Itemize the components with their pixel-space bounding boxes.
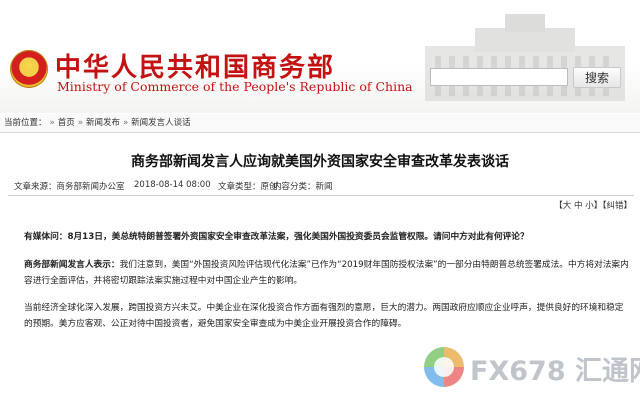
answer-label: 商务部新闻发言人表示： [24, 260, 120, 270]
meta-divider [8, 195, 634, 196]
article-content-category: 内容分类：新闻 [273, 182, 333, 192]
watermark-text: FX678 汇通网 [470, 356, 640, 387]
site-header: ★ 中华人民共和国商务部 Ministry of Commerce of the… [0, 0, 640, 113]
font-size-open-bracket: 【 [554, 201, 563, 211]
article-tools: 【大 中 小】【纠错】 [554, 199, 632, 211]
search-input[interactable] [430, 68, 568, 86]
font-size-medium-link[interactable]: 中 [574, 201, 583, 211]
search-button[interactable]: 搜索 [573, 67, 621, 88]
site-title-en[interactable]: Ministry of Commerce of the People's Rep… [57, 79, 413, 94]
breadcrumb-news-release-link[interactable]: 新闻发布 [86, 118, 120, 128]
breadcrumb-separator-icon: » [77, 118, 83, 128]
font-size-small-link[interactable]: 小 [585, 201, 594, 211]
article-title: 商务部新闻发言人应询就美国外资国家安全审查改革发表谈话 [131, 154, 509, 170]
correction-link[interactable]: 【纠错】 [602, 201, 632, 211]
breadcrumb-label: 当前位置： [4, 118, 47, 128]
article-meta: 文章来源：商务部新闻办公室 2018-08-14 08:00 文章类型：原创 内… [14, 180, 634, 194]
media-question: 有媒体问：8月13日，美总统特朗普签署外资国家安全审查改革法案，强化美国外国投资… [24, 232, 529, 242]
breadcrumb: 当前位置：» 首页» 新闻发布» 新闻发言人谈话 [0, 114, 640, 133]
breadcrumb-separator-icon: » [122, 118, 129, 128]
breadcrumb-separator-icon: » [49, 118, 55, 128]
article-date: 2018-08-14 08:00 [134, 180, 211, 190]
spokesperson-answer: 商务部新闻发言人表示：我们注意到，美国“外国投资风险评估现代化法案”已作为“20… [24, 257, 630, 289]
breadcrumb-home-link[interactable]: 首页 [58, 118, 75, 128]
watermark: FX678 汇通网 [424, 343, 640, 393]
breadcrumb-spokesperson-link[interactable]: 新闻发言人谈话 [131, 118, 191, 128]
article-source: 文章来源：商务部新闻办公室 [14, 182, 125, 192]
emblem-star-icon: ★ [22, 58, 36, 74]
paragraph-2: 当前经济全球化深入发展，跨国投资方兴未艾。中美企业在深化投资合作方面有强烈的意愿… [24, 303, 624, 329]
font-size-close-bracket: 】 [593, 201, 603, 211]
font-size-large-link[interactable]: 大 [563, 201, 572, 211]
ministry-building-image [425, 14, 625, 101]
article-type: 文章类型：原创 [218, 182, 278, 192]
watermark-logo-center [434, 357, 454, 377]
